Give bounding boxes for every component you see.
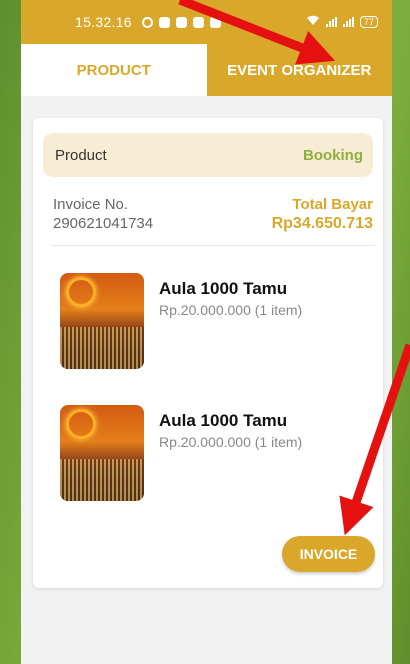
system-status: 77: [306, 15, 378, 29]
booking-status: Booking: [303, 146, 363, 164]
item-price: Rp.20.000.000 (1 item): [159, 302, 303, 318]
divider: [51, 245, 375, 246]
signal-icon-2: [342, 17, 354, 27]
tab-bar: PRODUCT EVENT ORGANIZER: [21, 44, 392, 96]
messenger-icon: [175, 16, 187, 28]
status-bar: 15.32.16 77: [21, 0, 392, 44]
tab-event-organizer[interactable]: EVENT ORGANIZER: [206, 44, 392, 96]
invoice-number: 290621041734: [53, 215, 154, 232]
phone-screen: 15.32.16 77 PRODUCT EVENT ORGANIZER Prod…: [21, 0, 392, 664]
status-time: 15.32.16: [75, 14, 132, 30]
app-notification-icon: [158, 16, 170, 28]
invoice-button[interactable]: INVOICE: [282, 536, 375, 572]
invoice-row: Invoice No. 290621041734 Total Bayar Rp3…: [33, 177, 383, 234]
item-price: Rp.20.000.000 (1 item): [159, 434, 303, 450]
app-icon: [209, 16, 221, 28]
total-label: Total Bayar: [292, 196, 373, 213]
battery-icon: 77: [359, 16, 378, 28]
notes-icon: [192, 16, 204, 28]
item-title: Aula 1000 Tamu: [159, 411, 288, 430]
notification-icons: [141, 16, 221, 28]
item-thumbnail: [60, 273, 144, 369]
summary-bar: Product Booking: [43, 133, 373, 177]
tab-product[interactable]: PRODUCT: [21, 44, 207, 96]
total-value: Rp34.650.713: [271, 215, 373, 232]
whatsapp-icon: [141, 16, 153, 28]
invoice-number-label: Invoice No.: [53, 196, 129, 213]
list-item[interactable]: Aula 1000 Tamu Rp.20.000.000 (1 item): [60, 405, 302, 501]
signal-icon: [325, 17, 337, 27]
booking-card: Product Booking Invoice No. 290621041734…: [33, 118, 383, 588]
list-item[interactable]: Aula 1000 Tamu Rp.20.000.000 (1 item): [60, 273, 302, 369]
wifi-icon: [306, 15, 320, 29]
item-title: Aula 1000 Tamu: [159, 279, 288, 298]
item-thumbnail: [60, 405, 144, 501]
summary-type: Product: [55, 146, 107, 164]
